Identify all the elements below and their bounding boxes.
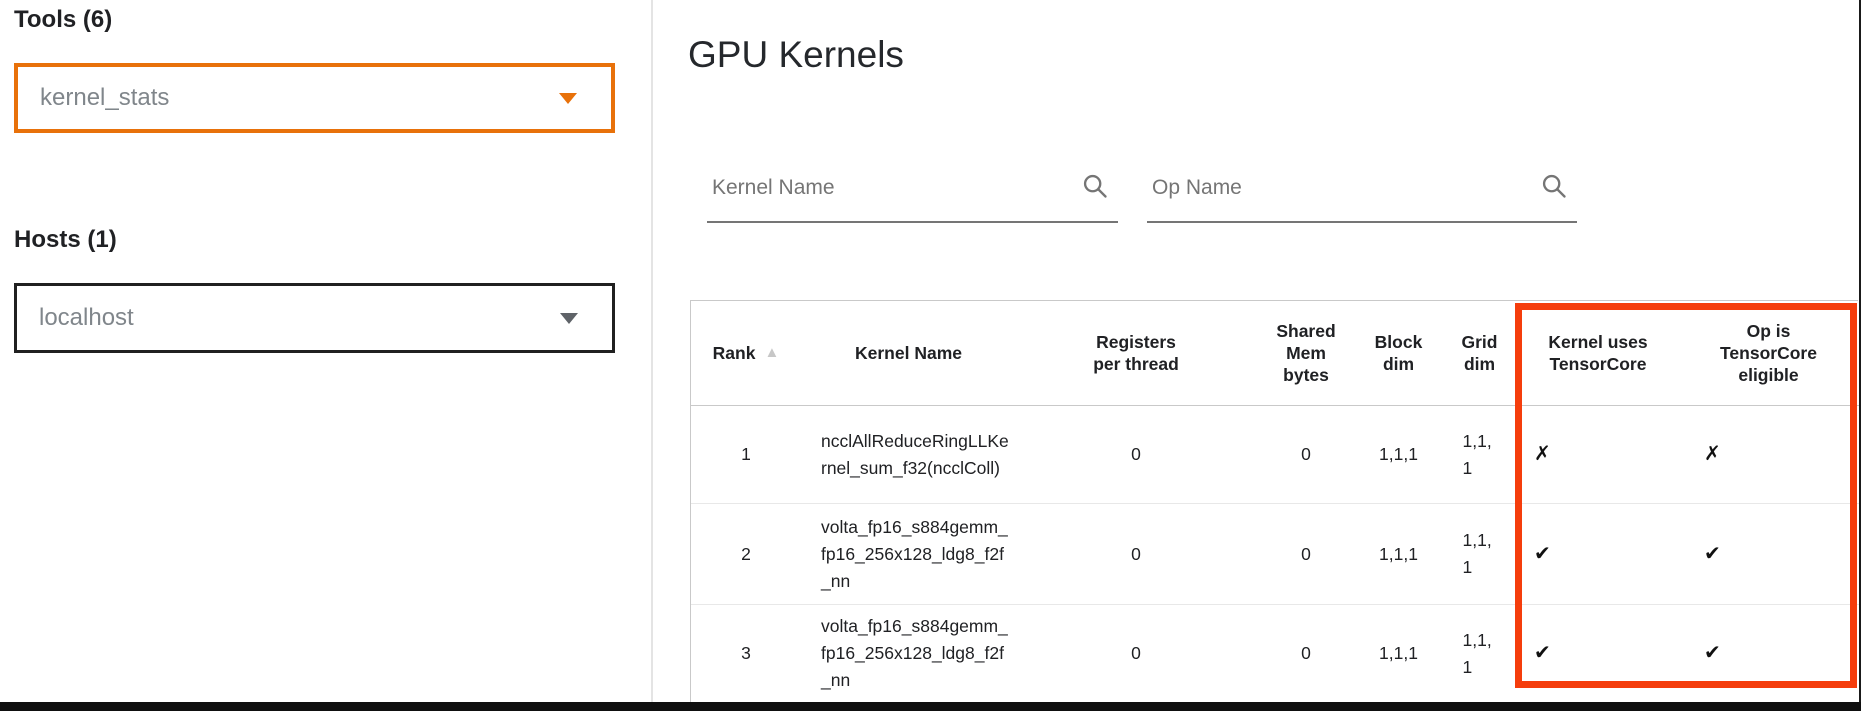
hosts-heading: Hosts (1) [14,226,117,254]
column-header-shared-mem-bytes[interactable]: Shared Mem bytes [1256,301,1356,406]
cell-op-tensorcore-eligible: ✗ [1678,406,1859,504]
cell-kernel-name: volta_fp16_s884gemm_fp16_256x128_ldg8_f2… [801,605,1016,703]
kernel-name-search-input[interactable] [712,170,1075,206]
gpu-kernels-table: Rank ▲ Kernel Name Registers per thread … [690,300,1858,703]
cell-block-dim: 1,1,1 [1356,605,1441,703]
page-title: GPU Kernels [688,34,904,76]
cell-op-tensorcore-eligible: ✔ [1678,504,1859,605]
window-bottom-edge [0,702,1861,711]
cell-rank: 2 [691,504,801,605]
chevron-down-icon [559,93,577,104]
search-icon[interactable] [1081,172,1109,200]
hosts-dropdown-value: localhost [39,304,560,332]
column-header-kernel-name[interactable]: Kernel Name [801,301,1016,406]
column-header-kernel-uses-tensorcore[interactable]: Kernel uses TensorCore [1518,301,1678,406]
column-header-block-dim[interactable]: Block dim [1356,301,1441,406]
cell-kernel-name: volta_fp16_s884gemm_fp16_256x128_ldg8_f2… [801,504,1016,605]
cell-rank: 3 [691,605,801,703]
cell-kernel-uses-tensorcore: ✔ [1518,605,1678,703]
hosts-dropdown[interactable]: localhost [14,283,615,353]
cell-kernel-uses-tensorcore: ✔ [1518,504,1678,605]
column-header-op-tensorcore-eligible[interactable]: Op is TensorCore eligible [1678,301,1859,406]
cell-registers-per-thread: 0 [1016,605,1256,703]
cell-rank: 1 [691,406,801,504]
cell-grid-dim: 1,1,1 [1441,504,1518,605]
cell-shared-mem-bytes: 0 [1256,504,1356,605]
column-header-registers-per-thread[interactable]: Registers per thread [1016,301,1256,406]
sidebar-divider [651,0,653,702]
cell-kernel-uses-tensorcore: ✗ [1518,406,1678,504]
tools-dropdown-value: kernel_stats [40,84,559,112]
cell-shared-mem-bytes: 0 [1256,605,1356,703]
cell-grid-dim: 1,1,1 [1441,406,1518,504]
search-icon[interactable] [1540,172,1568,200]
cell-block-dim: 1,1,1 [1356,406,1441,504]
profiler-kernel-stats-page: Tools (6) kernel_stats Hosts (1) localho… [0,0,1861,711]
cell-op-tensorcore-eligible: ✔ [1678,605,1859,703]
cell-kernel-name: ncclAllReduceRingLLKernel_sum_f32(ncclCo… [801,406,1016,504]
column-header-rank[interactable]: Rank ▲ [691,301,801,406]
cell-registers-per-thread: 0 [1016,406,1256,504]
cell-grid-dim: 1,1,1 [1441,605,1518,703]
chevron-down-icon [560,313,578,324]
cell-registers-per-thread: 0 [1016,504,1256,605]
op-name-search-input[interactable] [1152,170,1534,206]
cell-block-dim: 1,1,1 [1356,504,1441,605]
tools-dropdown[interactable]: kernel_stats [14,63,615,133]
sidebar: Tools (6) kernel_stats Hosts (1) localho… [0,0,651,711]
kernel-name-search-field [707,150,1118,223]
cell-shared-mem-bytes: 0 [1256,406,1356,504]
tools-heading: Tools (6) [14,6,112,34]
column-header-grid-dim[interactable]: Grid dim [1441,301,1518,406]
op-name-search-field [1147,150,1577,223]
sort-ascending-icon: ▲ [764,342,779,364]
